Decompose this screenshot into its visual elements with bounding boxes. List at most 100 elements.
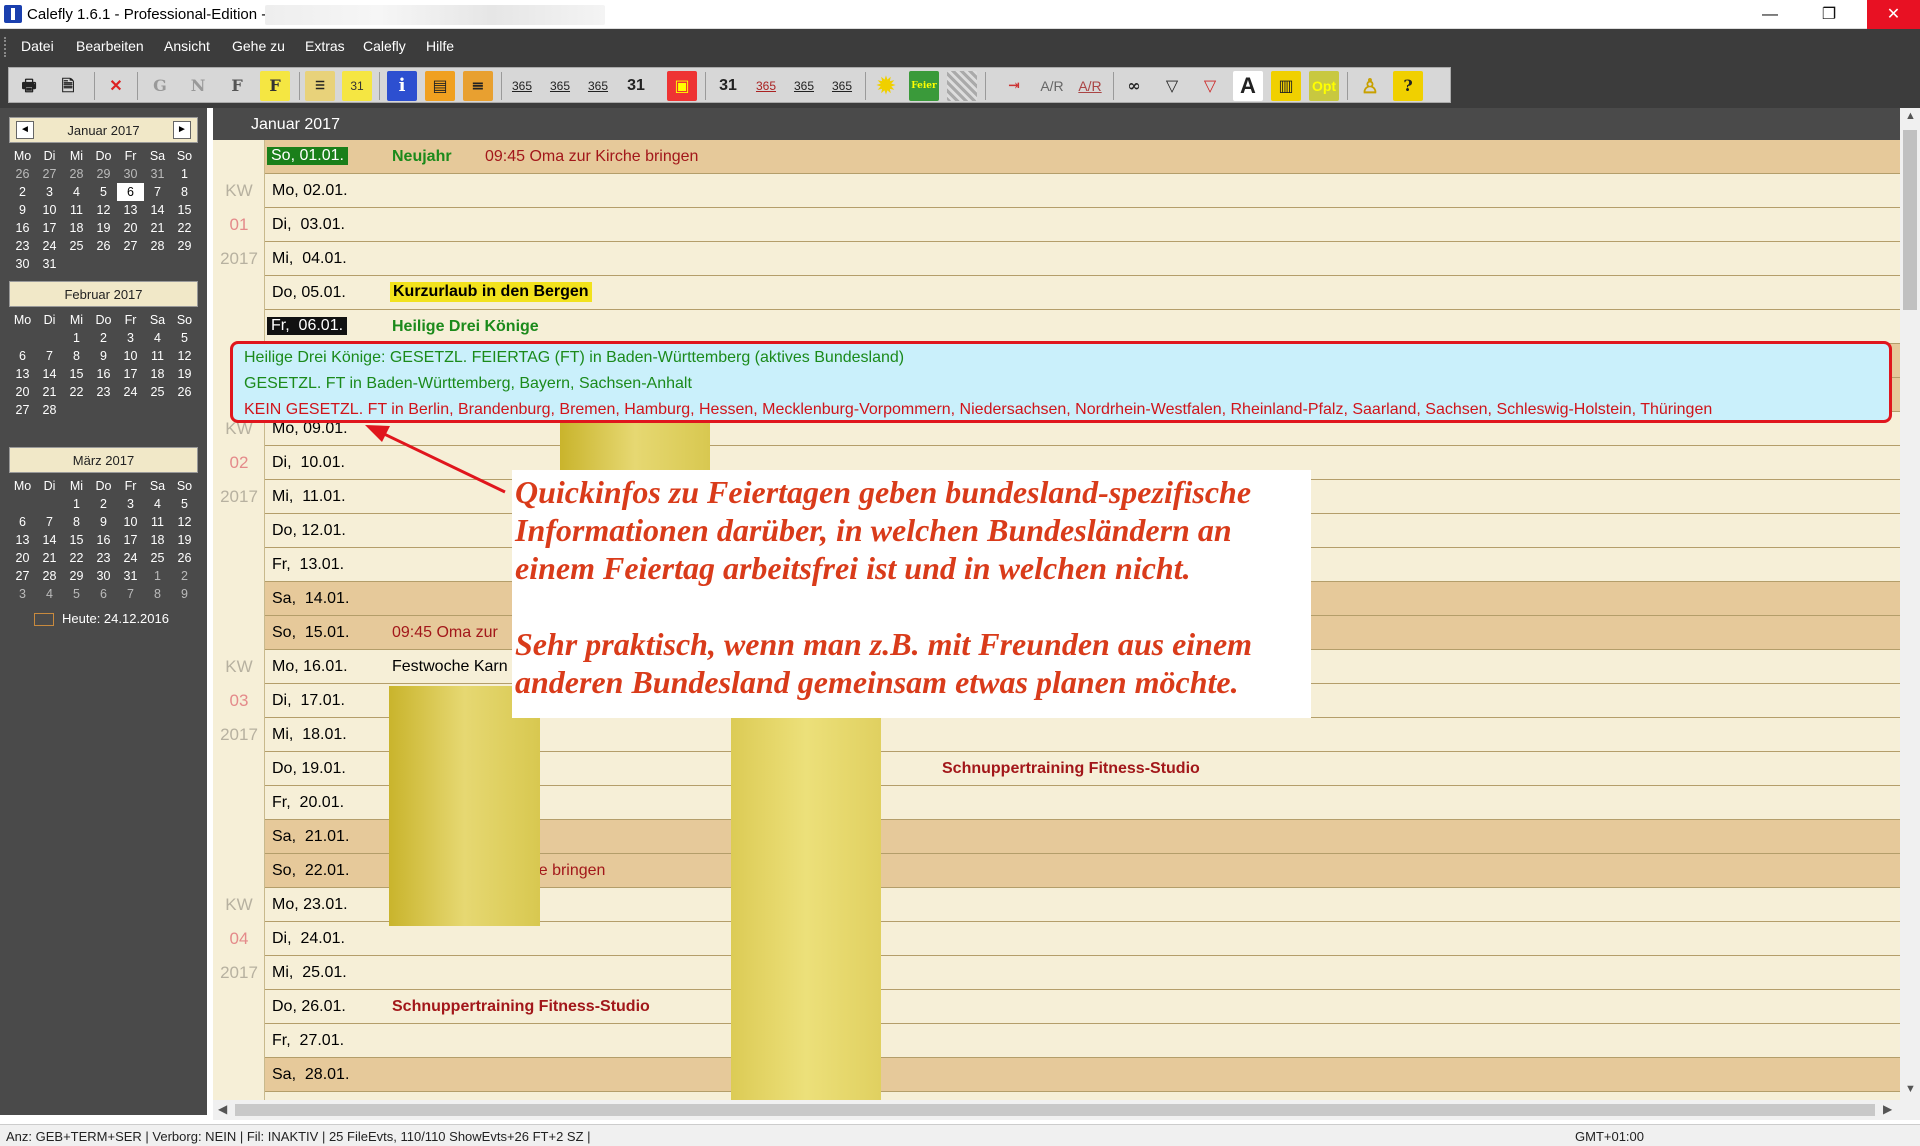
day-cell[interactable]: 25	[144, 549, 171, 567]
day-cell[interactable]: 28	[144, 237, 171, 255]
365-forward-icon[interactable]: 365	[827, 71, 857, 101]
day-cell[interactable]: 13	[9, 531, 36, 549]
gray-g-icon[interactable]: G	[145, 71, 175, 101]
day-cell[interactable]: 22	[63, 549, 90, 567]
menu-hilfe[interactable]: Hilfe	[426, 38, 454, 54]
scroll-up-icon[interactable]: ▲	[1905, 110, 1916, 122]
day-cell[interactable]: 20	[117, 219, 144, 237]
day-cell[interactable]: 3	[9, 585, 36, 603]
day-cell[interactable]: 26	[171, 549, 198, 567]
day-cell[interactable]: 8	[144, 585, 171, 603]
event-bar-long[interactable]	[731, 686, 881, 1100]
event-label[interactable]: Festwoche Karn	[392, 658, 508, 676]
day-cell[interactable]: 16	[90, 365, 117, 383]
f-icon[interactable]: F	[222, 71, 252, 101]
minimize-button[interactable]: —	[1747, 0, 1793, 29]
day-cell[interactable]: 15	[63, 531, 90, 549]
day-cell[interactable]: 10	[36, 201, 63, 219]
day-cell[interactable]: 17	[117, 531, 144, 549]
yellow-f-icon[interactable]: F	[260, 71, 290, 101]
delete-icon[interactable]: ✕	[101, 71, 131, 101]
day-cell[interactable]: 31	[144, 165, 171, 183]
day-row[interactable]: Fr, 06.01. Heilige Drei Könige	[265, 310, 1901, 344]
day-cell[interactable]: 12	[171, 347, 198, 365]
day-cell[interactable]: 30	[90, 567, 117, 585]
day-cell[interactable]: 26	[9, 165, 36, 183]
day-cell[interactable]: 27	[9, 401, 36, 419]
arrow-icon[interactable]: ⇥	[999, 71, 1029, 101]
day-cell[interactable]	[90, 255, 117, 273]
day-cell[interactable]: 25	[144, 383, 171, 401]
scroll-right-icon[interactable]: ▶	[1883, 1102, 1892, 1116]
event-label[interactable]: Schnuppertraining Fitness-Studio	[392, 998, 650, 1016]
day-cell[interactable]: 6	[117, 183, 144, 201]
day-cell[interactable]	[117, 255, 144, 273]
hscroll-thumb[interactable]	[235, 1104, 1875, 1116]
day-cell[interactable]: 8	[63, 513, 90, 531]
day-cell[interactable]: 19	[171, 365, 198, 383]
day-cell[interactable]: 5	[171, 329, 198, 347]
event-label[interactable]: 09:45 Oma zur Kirche bringen	[485, 148, 698, 166]
day-cell[interactable]	[171, 401, 198, 419]
day-cell[interactable]	[90, 401, 117, 419]
day-cell[interactable]: 10	[117, 513, 144, 531]
lines-icon[interactable]: ≡	[463, 71, 493, 101]
31-red-icon[interactable]: 31	[713, 71, 743, 101]
day-cell[interactable]: 18	[144, 531, 171, 549]
down-365-icon[interactable]: 365	[545, 71, 575, 101]
day-cell[interactable]: 21	[36, 383, 63, 401]
menu-extras[interactable]: Extras	[305, 38, 345, 54]
binoculars-icon[interactable]: ∞	[1119, 71, 1149, 101]
day-cell[interactable]: 18	[144, 365, 171, 383]
day-cell[interactable]: 4	[63, 183, 90, 201]
day-row[interactable]: Fr, 27.01.	[265, 1024, 1901, 1058]
today-label[interactable]: Heute: 24.12.2016	[34, 611, 214, 627]
sun-icon[interactable]: ✹	[871, 71, 901, 101]
day-cell[interactable]: 14	[144, 201, 171, 219]
day-cell[interactable]	[144, 401, 171, 419]
day-cell[interactable]: 23	[9, 237, 36, 255]
day-cell[interactable]: 22	[171, 219, 198, 237]
day-row[interactable]: Mi, 25.01.	[265, 956, 1901, 990]
opt-icon[interactable]: Opt	[1309, 71, 1339, 101]
chart-icon[interactable]: ▥	[1271, 71, 1301, 101]
day-cell[interactable]: 29	[63, 567, 90, 585]
day-cell[interactable]: 17	[36, 219, 63, 237]
day-cell[interactable]: 12	[90, 201, 117, 219]
help-icon[interactable]: ?	[1393, 71, 1423, 101]
day-cell[interactable]: 22	[63, 383, 90, 401]
close-button[interactable]: ✕	[1867, 0, 1920, 29]
day-cell[interactable]: 15	[63, 365, 90, 383]
day-cell[interactable]: 4	[36, 585, 63, 603]
menu-bearbeiten[interactable]: Bearbeiten	[76, 38, 144, 54]
day-cell[interactable]: 5	[63, 585, 90, 603]
day-cell[interactable]: 21	[144, 219, 171, 237]
day-cell[interactable]: 27	[9, 567, 36, 585]
day-cell[interactable]: 28	[36, 567, 63, 585]
day-row[interactable]: Di, 24.01.	[265, 922, 1901, 956]
day-cell[interactable]: 2	[171, 567, 198, 585]
day-cell[interactable]: 15	[171, 201, 198, 219]
day-row[interactable]: Do, 05.01. Kurzurlaub in den Bergen	[265, 276, 1901, 310]
day-cell[interactable]: 13	[117, 201, 144, 219]
day-cell[interactable]: 11	[63, 201, 90, 219]
day-cell[interactable]: 31	[36, 255, 63, 273]
365-up-icon[interactable]: 365	[789, 71, 819, 101]
day-cell[interactable]: 27	[36, 165, 63, 183]
day-cell[interactable]: 20	[9, 383, 36, 401]
365-red-icon[interactable]: 365	[751, 71, 781, 101]
menu-gehe-zu[interactable]: Gehe zu	[232, 38, 285, 54]
day-row[interactable]: Do, 26.01. Schnuppertraining Fitness-Stud…	[265, 990, 1901, 1024]
event-label[interactable]: Schnuppertraining Fitness-Studio	[942, 760, 1200, 778]
day-cell[interactable]: 24	[117, 383, 144, 401]
day-cell[interactable]: 3	[117, 495, 144, 513]
horizontal-scrollbar[interactable]: ◀ ▶	[213, 1100, 1920, 1120]
day-cell[interactable]: 1	[63, 495, 90, 513]
event-label[interactable]: Kurzurlaub in den Bergen	[390, 282, 592, 302]
event-bar-festwoche[interactable]	[389, 686, 540, 926]
day-cell[interactable]: 24	[117, 549, 144, 567]
day-cell[interactable]: 10	[117, 347, 144, 365]
day-cell[interactable]: 2	[90, 329, 117, 347]
vertical-scrollbar[interactable]: ▲ ▼	[1900, 108, 1920, 1100]
day-cell[interactable]: 12	[171, 513, 198, 531]
